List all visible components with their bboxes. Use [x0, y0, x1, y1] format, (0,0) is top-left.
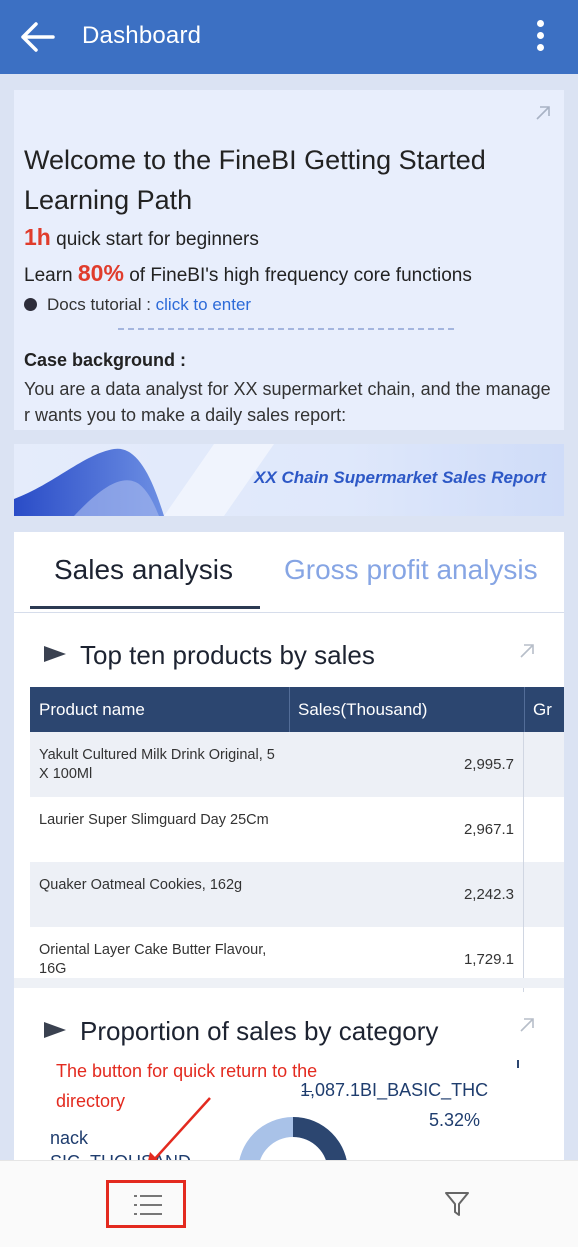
app-bar: Dashboard: [0, 0, 578, 74]
expand-icon[interactable]: [518, 1016, 536, 1034]
label-tick: [517, 1060, 519, 1068]
top-products-title: Top ten products by sales: [80, 640, 375, 670]
sales-cell: 2,995.7: [463, 756, 514, 773]
banner-graphic: [14, 444, 274, 516]
triangle-icon: [44, 1022, 66, 1038]
directory-button[interactable]: [106, 1180, 186, 1228]
more-vertical-icon[interactable]: [528, 18, 552, 58]
tab-sales-analysis[interactable]: Sales analysis: [54, 554, 233, 586]
sales-cell: 1,729.1: [463, 951, 514, 968]
product-name-cell: Yakult Cultured Milk Drink Original, 5 X…: [39, 747, 275, 782]
sales-cell: 2,967.1: [463, 821, 514, 838]
directory-button-annotation: The button for quick return to the direc…: [56, 1061, 318, 1111]
column-header-gross[interactable]: Gr: [533, 700, 552, 720]
column-header-product-name[interactable]: Product name: [39, 700, 145, 720]
bottom-bar: [0, 1160, 578, 1247]
docs-label: Docs tutorial :: [47, 295, 156, 314]
triangle-icon: [44, 646, 66, 662]
top-products-table: Product name Sales(Thousand) Gr Yakult C…: [30, 687, 564, 992]
product-name-cell: Quaker Oatmeal Cookies, 162g: [39, 877, 243, 893]
banner-title: XX Chain Supermarket Sales Report: [254, 468, 546, 487]
core-functions-text: of FineBI's high frequency core function…: [123, 265, 472, 286]
page-title: Dashboard: [82, 22, 202, 49]
divider: [118, 328, 454, 330]
bullet-icon: [24, 298, 37, 311]
category-title: Proportion of sales by category: [80, 1016, 439, 1046]
core-functions-line: Learn 80% of FineBI's high frequency cor…: [24, 260, 472, 287]
welcome-title: Welcome to the FineBI Getting Started Le…: [24, 145, 486, 215]
case-text: You are a data analyst for XX supermarke…: [24, 379, 551, 425]
table-row[interactable]: Yakult Cultured Milk Drink Original, 5 X…: [30, 732, 564, 797]
column-header-sales[interactable]: Sales(Thousand): [298, 700, 427, 720]
table-header: Product name Sales(Thousand) Gr: [30, 687, 564, 732]
arrow-left-icon[interactable]: [20, 20, 56, 54]
welcome-panel: Welcome to the FineBI Getting Started Le…: [14, 90, 564, 430]
report-banner: XX Chain Supermarket Sales Report: [14, 444, 564, 516]
top-products-heading: Top ten products by sales: [44, 640, 375, 671]
percent-highlight: 80%: [77, 260, 124, 286]
product-name-cell: Laurier Super Slimguard Day 25Cm: [39, 812, 269, 828]
duration-highlight: 1h: [24, 224, 51, 250]
case-title: Case background :: [24, 350, 187, 370]
sales-cell: 2,242.3: [463, 886, 514, 903]
expand-icon[interactable]: [534, 104, 552, 122]
list-icon: [134, 1195, 162, 1215]
docs-line: Docs tutorial : click to enter: [24, 295, 251, 315]
learn-prefix: Learn: [24, 265, 78, 286]
category-left-label: nack: [50, 1128, 89, 1148]
tab-bar: Sales analysis Gross profit analysis: [14, 532, 564, 613]
category-heading: Proportion of sales by category: [44, 1016, 438, 1047]
filter-icon[interactable]: [444, 1190, 470, 1223]
section-divider: [14, 978, 564, 988]
tab-indicator: [30, 606, 260, 609]
table-row[interactable]: Laurier Super Slimguard Day 25Cm 2,967.1: [30, 797, 564, 862]
quick-start-text: quick start for beginners: [50, 229, 259, 250]
category-percent-label: 5.32%: [429, 1110, 481, 1130]
product-name-cell: Oriental Layer Cake Butter Flavour, 16G: [39, 942, 267, 977]
docs-link[interactable]: click to enter: [156, 295, 251, 314]
expand-icon[interactable]: [518, 642, 536, 660]
quick-start-line: 1h quick start for beginners: [24, 224, 259, 251]
table-row[interactable]: Quaker Oatmeal Cookies, 162g 2,242.3: [30, 862, 564, 927]
tab-gross-profit-analysis[interactable]: Gross profit analysis: [284, 554, 538, 586]
